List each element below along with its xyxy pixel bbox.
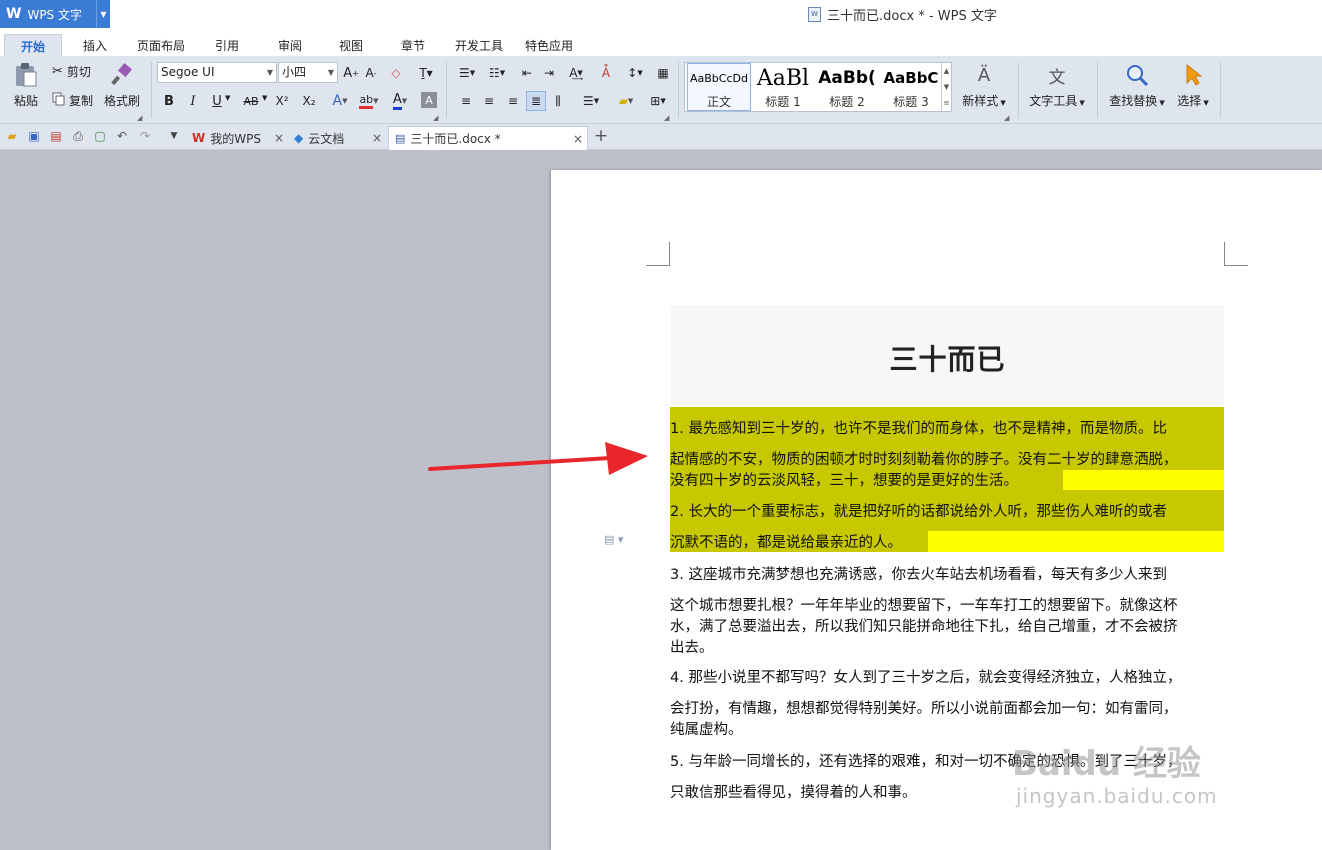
baidu-watermark: Baidu 经验 jingyan.baidu.com: [1012, 736, 1217, 808]
watermark-logo: Baidu 经验: [1012, 744, 1201, 784]
red-arrow-annotation: [428, 442, 648, 475]
watermark-url: jingyan.baidu.com: [1016, 784, 1218, 808]
